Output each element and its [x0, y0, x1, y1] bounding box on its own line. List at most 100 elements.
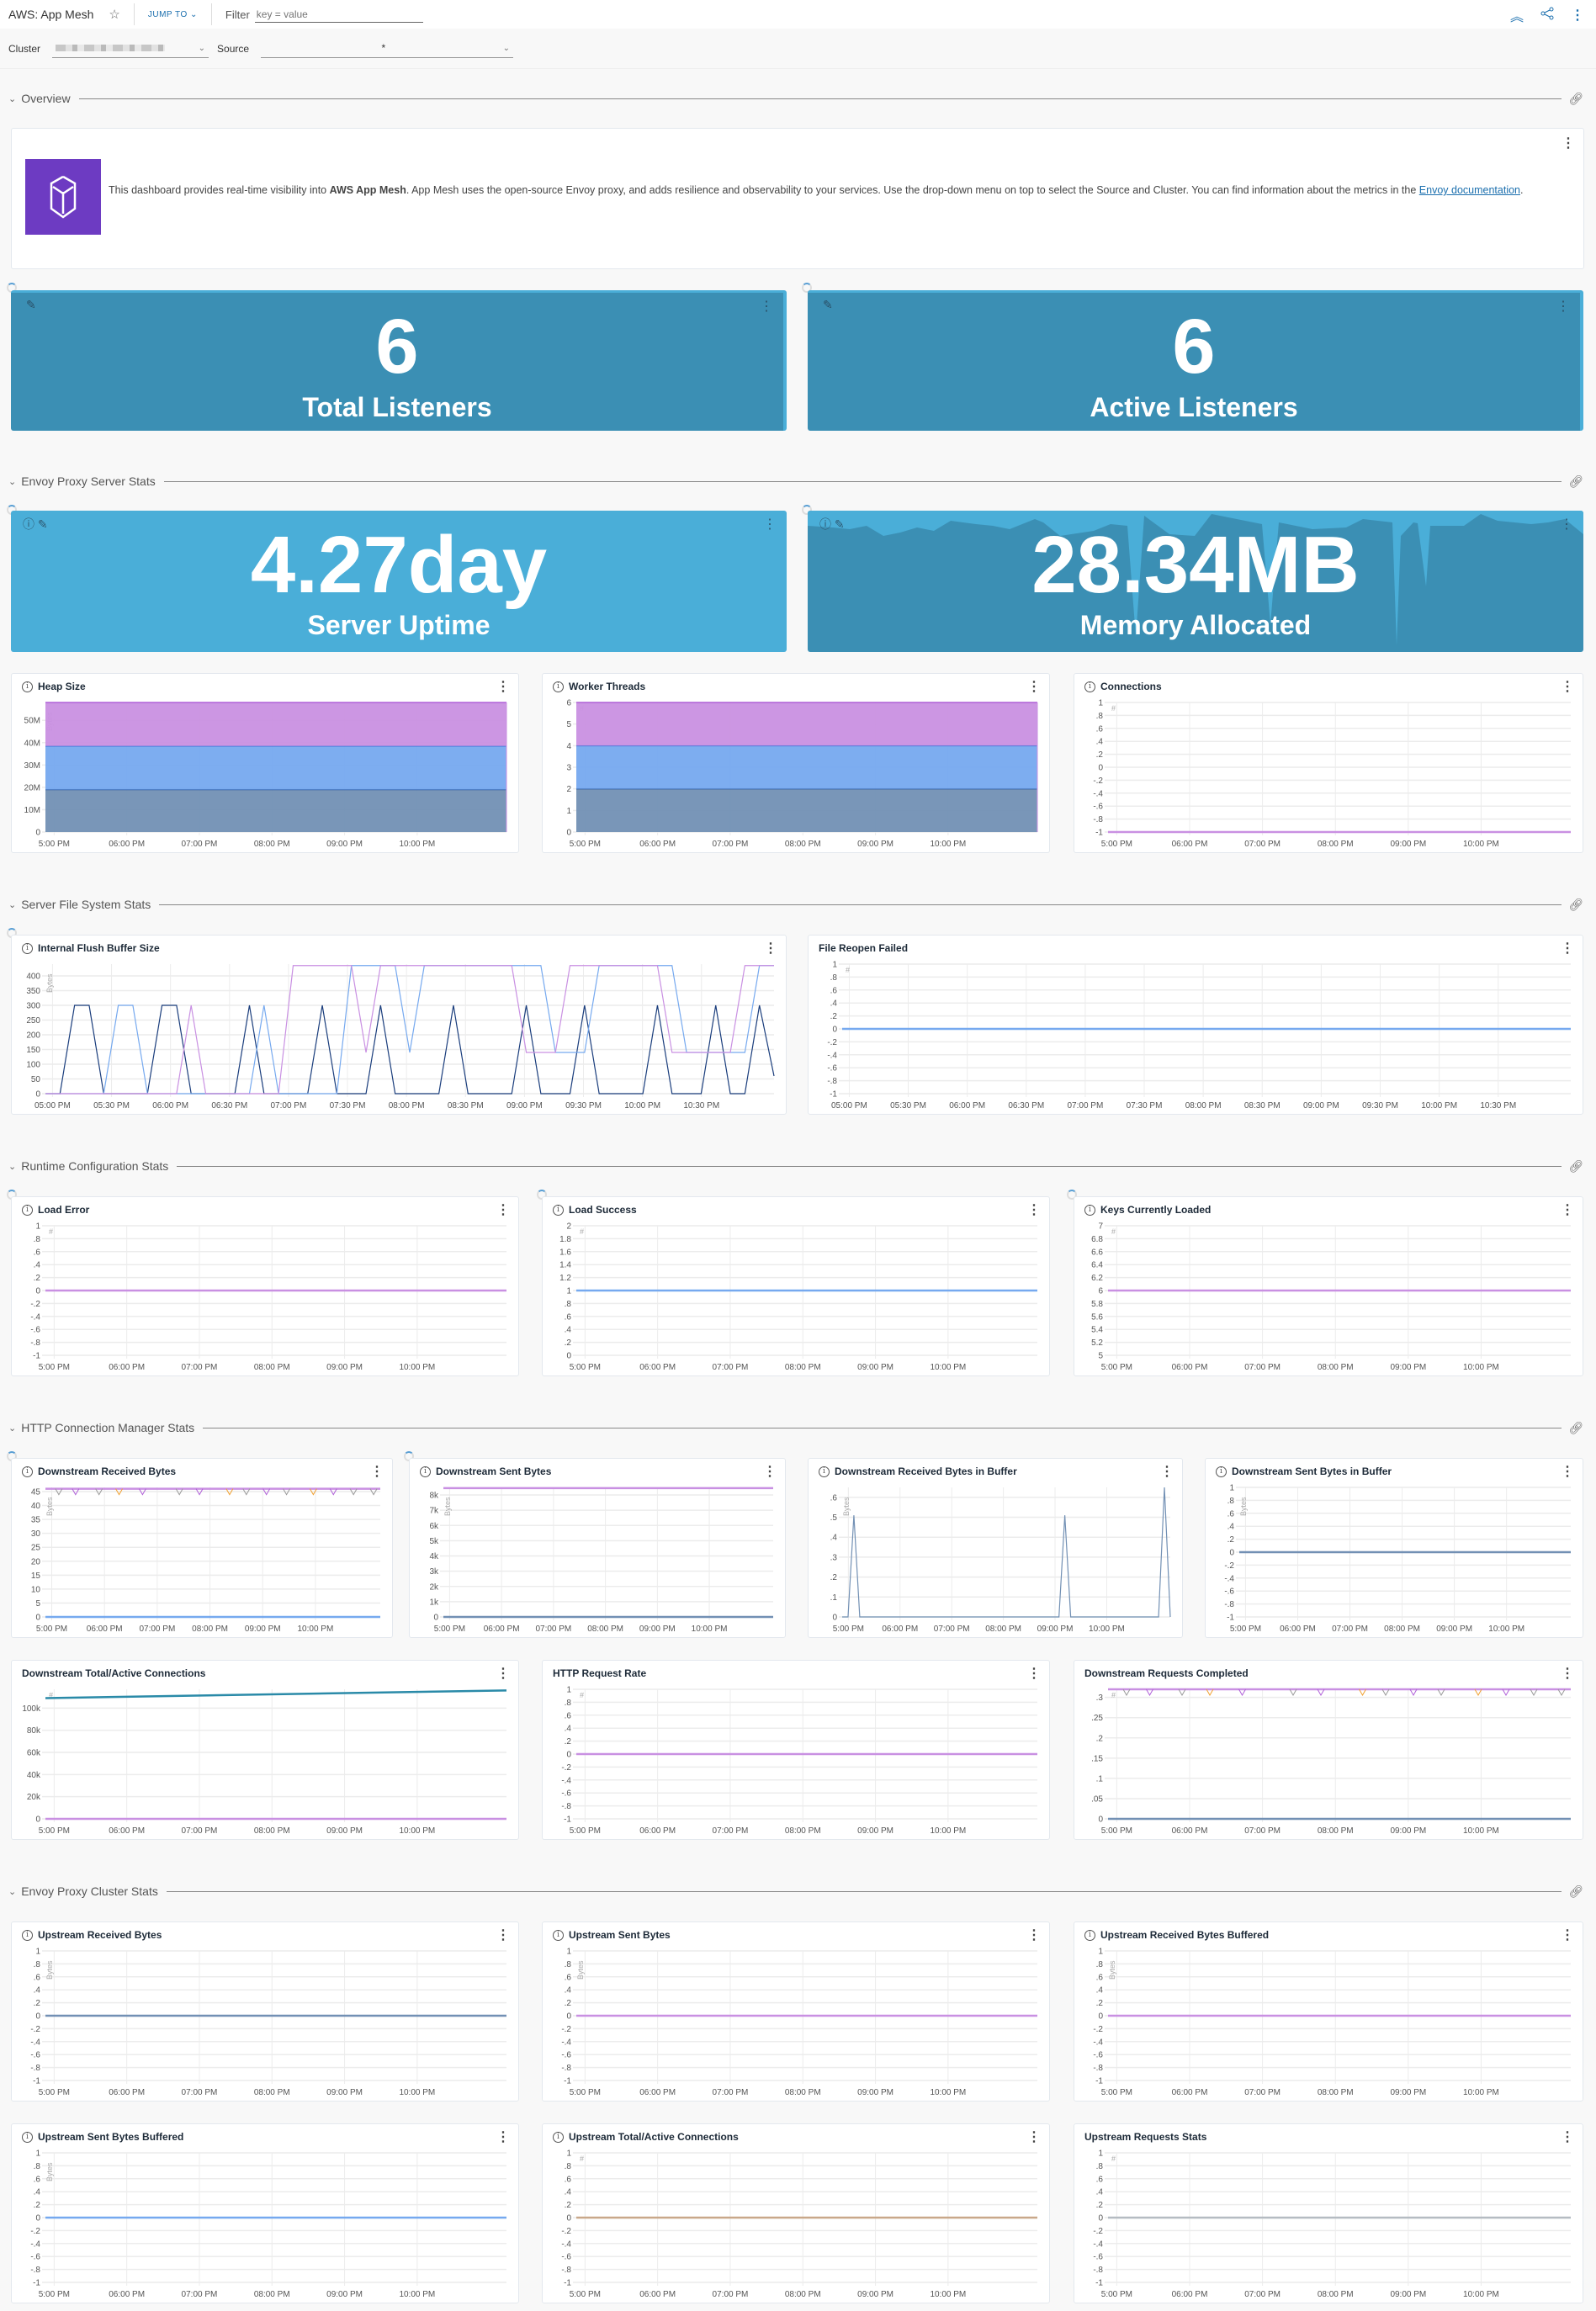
chart-svg: 0 50 100 150 200 250 300 350 400 05:00 PM 05:30 PM…: [26, 964, 775, 1110]
info-icon[interactable]: i: [819, 1466, 830, 1477]
x-tick-label: 10:00 PM: [399, 2088, 435, 2097]
panel-menu-icon[interactable]: ⋮: [496, 2131, 510, 2144]
y-tick-label: .2: [830, 1012, 838, 1021]
jump-to-button[interactable]: JUMP TO ⌄: [148, 10, 198, 19]
info-icon[interactable]: i: [553, 1929, 564, 1941]
y-tick-label: -.8: [561, 2266, 571, 2275]
stat-server-uptime: ⓘ ✎ ⋮ 4.27day Server Uptime: [11, 511, 787, 652]
y-tick-label: -1: [33, 2279, 40, 2288]
x-tick-label: 08:00 PM: [254, 1826, 290, 1836]
panel-menu-icon[interactable]: ⋮: [1561, 2131, 1574, 2144]
x-tick-label: 5:00 PM: [570, 1363, 601, 1372]
collapse-all-icon[interactable]: ︽: [1510, 5, 1524, 25]
info-icon[interactable]: i: [1216, 1466, 1227, 1477]
link-icon[interactable]: 🔗︎: [1568, 898, 1583, 912]
info-icon[interactable]: i: [22, 2131, 33, 2143]
x-tick-label: 06:00 PM: [152, 1101, 188, 1110]
section-server-stats[interactable]: ⌄ Envoy Proxy Server Stats 🔗︎: [8, 473, 1583, 490]
y-tick-label: -.4: [561, 1776, 571, 1785]
panel-menu-icon[interactable]: ⋮: [496, 1204, 510, 1217]
info-icon[interactable]: i: [22, 1929, 33, 1941]
link-icon[interactable]: 🔗︎: [1568, 1159, 1583, 1174]
panel-menu-icon[interactable]: ⋮: [1027, 1929, 1041, 1943]
panel-menu-icon[interactable]: ⋮: [1561, 942, 1574, 956]
info-icon[interactable]: i: [553, 1204, 564, 1216]
section-cluster-stats[interactable]: ⌄ Envoy Proxy Cluster Stats 🔗︎: [8, 1883, 1583, 1900]
y-tick-label: 50: [31, 1075, 41, 1084]
chart-svg: 0 .2 .4 .6 .8 1 1.2 1.4 1.6 1.8 2 5:00 PM 06:00 PM 07…: [559, 1222, 1037, 1372]
panel-menu-icon[interactable]: ⋮: [1027, 681, 1041, 694]
section-overview[interactable]: ⌄ Overview 🔗︎: [8, 90, 1583, 107]
panel-title-text: Downstream Sent Bytes in Buffer: [1232, 1466, 1392, 1477]
info-icon[interactable]: i: [1084, 1929, 1095, 1941]
more-options-icon[interactable]: ⋮: [1571, 7, 1584, 24]
panel-menu-icon[interactable]: ⋮: [1561, 681, 1574, 694]
y-tick-label: -.6: [30, 2051, 40, 2060]
panel-menu-icon[interactable]: ⋮: [764, 942, 777, 956]
chart-svg: 0 .1 .2 .3 .4 .5 .6 5:00 PM 06:00 PM 07:00 PM 08:0…: [830, 1487, 1171, 1634]
chevron-down-icon: ⌄: [8, 899, 17, 910]
divider: [166, 1890, 1562, 1892]
panel-menu-icon[interactable]: ⋮: [1160, 1466, 1174, 1479]
y-tick-label: 1: [35, 1948, 40, 1957]
y-axis-label: #: [49, 1227, 53, 1236]
info-icon[interactable]: i: [420, 1466, 431, 1477]
y-tick-label: .6: [565, 2175, 572, 2184]
info-icon[interactable]: i: [22, 942, 33, 954]
section-runtime-stats[interactable]: ⌄ Runtime Configuration Stats 🔗︎: [8, 1158, 1583, 1174]
info-icon[interactable]: i: [1084, 1204, 1095, 1216]
chevron-down-icon: ⌄: [8, 93, 17, 104]
x-tick-label: 10:00 PM: [399, 1363, 435, 1372]
x-tick-label: 08:00 PM: [254, 1363, 290, 1372]
y-tick-label: .6: [34, 2175, 41, 2184]
filter-input[interactable]: [254, 6, 423, 23]
link-icon[interactable]: 🔗︎: [1568, 92, 1583, 106]
panel-menu-icon[interactable]: ⋮: [370, 1466, 384, 1479]
panel-menu-icon[interactable]: ⋮: [496, 1667, 510, 1681]
x-tick-label: 06:00 PM: [109, 2290, 145, 2299]
panel-menu-icon[interactable]: ⋮: [1561, 1929, 1574, 1943]
x-tick-label: 09:00 PM: [857, 840, 893, 849]
x-tick-label: 5:00 PM: [570, 2290, 601, 2299]
area-series-s2: [45, 745, 506, 790]
y-tick-label: 250: [26, 1016, 40, 1026]
y-tick-label: 300: [26, 1002, 40, 1011]
panel-menu-icon[interactable]: ⋮: [1027, 2131, 1041, 2144]
info-icon[interactable]: i: [553, 2131, 564, 2143]
link-icon[interactable]: 🔗︎: [1568, 1884, 1583, 1899]
panel-menu-icon[interactable]: ⋮: [1027, 1667, 1041, 1681]
info-icon[interactable]: i: [22, 681, 33, 692]
cluster-select[interactable]: ⌄: [52, 40, 209, 58]
x-tick-label: 07:30 PM: [1127, 1101, 1163, 1110]
favorite-star-icon[interactable]: ☆: [109, 7, 119, 22]
y-tick-label: 200: [26, 1031, 40, 1041]
source-select[interactable]: * ⌄: [261, 40, 514, 58]
y-tick-label: .8: [565, 1300, 572, 1309]
panel-menu-icon[interactable]: ⋮: [496, 681, 510, 694]
panel-menu-icon[interactable]: ⋮: [1027, 1204, 1041, 1217]
info-icon[interactable]: i: [1084, 681, 1095, 692]
y-tick-label: 6k: [429, 1522, 439, 1531]
y-tick-label: 0: [35, 2012, 40, 2022]
x-tick-label: 08:00 PM: [1318, 2088, 1354, 2097]
y-tick-label: 1: [1098, 699, 1103, 708]
envoy-docs-link[interactable]: Envoy documentation: [1419, 184, 1520, 196]
info-icon[interactable]: i: [22, 1466, 33, 1477]
share-icon[interactable]: [1540, 7, 1554, 24]
link-icon[interactable]: 🔗︎: [1568, 474, 1583, 489]
panel-menu-icon[interactable]: ⋮: [763, 1466, 777, 1479]
panel-menu-icon[interactable]: ⋮: [1561, 1667, 1574, 1681]
link-icon[interactable]: 🔗︎: [1568, 1421, 1583, 1435]
panel-menu-icon[interactable]: ⋮: [1562, 137, 1575, 151]
panel-menu-icon[interactable]: ⋮: [1561, 1466, 1574, 1479]
section-http-stats[interactable]: ⌄ HTTP Connection Manager Stats 🔗︎: [8, 1419, 1583, 1436]
x-tick-label: 09:00 PM: [1436, 1625, 1472, 1634]
y-tick-label: 3k: [429, 1567, 439, 1577]
panel-menu-icon[interactable]: ⋮: [1561, 1204, 1574, 1217]
section-filesystem-stats[interactable]: ⌄ Server File System Stats 🔗︎: [8, 896, 1583, 913]
x-tick-label: 08:00 PM: [1318, 1826, 1354, 1836]
panel-menu-icon[interactable]: ⋮: [496, 1929, 510, 1943]
info-icon[interactable]: i: [553, 681, 564, 692]
info-icon[interactable]: i: [22, 1204, 33, 1216]
chart-svg: -1 -.8 -.6 -.4 -.2 0 .2 .4 .6 .8 1 5:00 PM 06:00 PM 0…: [1093, 2149, 1571, 2299]
